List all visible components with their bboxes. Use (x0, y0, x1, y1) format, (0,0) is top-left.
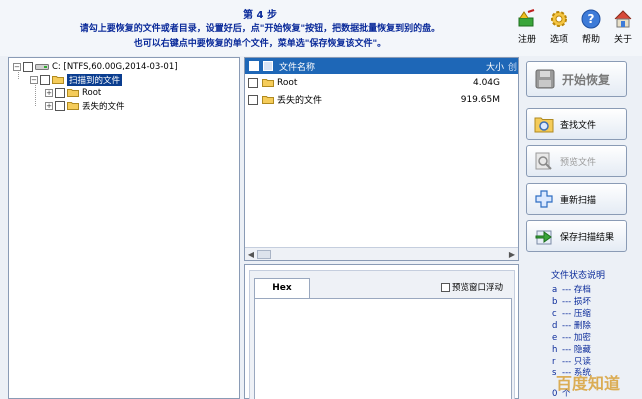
search-folder-icon (534, 117, 554, 133)
scroll-left-icon[interactable]: ◀ (245, 250, 257, 259)
options-label: 选项 (549, 35, 568, 45)
legend-item: h --- 隐藏 (552, 345, 591, 355)
folder-icon (67, 89, 79, 97)
magnifier-icon (535, 152, 552, 170)
select-all-checkbox[interactable] (249, 61, 259, 71)
preview-file-label: 预览文件 (560, 157, 597, 168)
list-header: 文件名称 大小 创 (245, 58, 518, 74)
status-legend-title: 文件状态说明 (550, 271, 605, 281)
type-column-icon (263, 61, 273, 71)
list-item[interactable]: Root 4.04G (245, 74, 518, 91)
register-button[interactable]: 注册 (512, 8, 542, 45)
horizontal-scrollbar[interactable]: ◀ ▶ (245, 247, 518, 260)
gear-icon (551, 11, 567, 27)
lost-checkbox[interactable] (55, 100, 65, 111)
column-name[interactable]: 文件名称 (279, 60, 452, 73)
row-size: 4.04G (472, 77, 500, 88)
root-checkbox[interactable] (55, 87, 65, 98)
header: 第 4 步 请勾上要恢复的文件或者目录，设置好后，点"开始恢复"按钮，把数据批量… (0, 0, 642, 56)
drive-label: C: [NTFS,60.00G,2014-03-01] (52, 61, 178, 72)
drive-icon (35, 63, 49, 70)
find-file-label: 查找文件 (560, 120, 597, 131)
save-scan-result-button[interactable]: 保存扫描结果 (526, 220, 627, 252)
tree-item-scanned[interactable]: − 扫描到的文件 (30, 73, 123, 86)
register-icon (518, 9, 535, 27)
plus-icon (535, 190, 553, 208)
start-recovery-button[interactable]: 开始恢复 (526, 61, 627, 97)
drive-checkbox[interactable] (23, 61, 33, 72)
scanned-label: 扫描到的文件 (67, 73, 123, 86)
row-size: 919.65M (460, 94, 500, 105)
row-checkbox[interactable] (248, 77, 258, 88)
help-icon: ? (581, 9, 601, 29)
collapse-toggle[interactable]: − (13, 62, 21, 71)
preview-container: Hex 预览窗口浮动 (249, 270, 515, 399)
legend-item: b --- 损坏 (552, 297, 591, 307)
scroll-right-icon[interactable]: ▶ (506, 250, 518, 259)
scroll-thumb[interactable] (257, 249, 271, 259)
list-item[interactable]: 丢失的文件 919.65M (245, 91, 518, 108)
start-recovery-label: 开始恢复 (562, 72, 611, 87)
save-scan-result-label: 保存扫描结果 (560, 232, 615, 243)
scanned-checkbox[interactable] (40, 74, 50, 85)
disk-icon (535, 69, 555, 89)
about-label: 关于 (613, 35, 632, 45)
home-icon (614, 10, 632, 28)
hex-view[interactable] (254, 298, 512, 399)
rescan-label: 重新扫描 (560, 195, 597, 206)
legend-item: d --- 删除 (552, 321, 591, 331)
legend-item: c --- 压缩 (552, 309, 591, 319)
expand-toggle[interactable]: + (45, 101, 53, 110)
find-file-button[interactable]: 查找文件 (526, 108, 627, 140)
folder-icon (262, 96, 274, 104)
tree-item-lost[interactable]: + 丢失的文件 (45, 99, 125, 112)
collapse-toggle[interactable]: − (30, 75, 38, 84)
instruction-line-2: 也可以右键点中要恢复的单个文件，菜单选"保存恢复该文件"。 (133, 39, 387, 49)
help-button[interactable]: ? 帮助 (576, 8, 606, 45)
folder-tree[interactable]: − C: [NTFS,60.00G,2014-03-01] − 扫描到的文件 +… (8, 57, 240, 399)
folder-icon (67, 102, 79, 110)
float-preview-checkbox[interactable] (441, 282, 450, 292)
step-title: 第 4 步 (243, 10, 277, 21)
row-name: Root (277, 77, 298, 88)
svg-text:?: ? (588, 12, 595, 26)
root-label: Root (82, 87, 102, 98)
folder-icon (262, 79, 274, 87)
file-list[interactable]: 文件名称 大小 创 Root 4.04G 丢失的文件 919.65M ◀ ▶ (244, 57, 519, 261)
float-preview-option[interactable]: 预览窗口浮动 (441, 281, 503, 293)
expand-toggle[interactable]: + (45, 88, 53, 97)
about-button[interactable]: 关于 (608, 8, 638, 45)
legend-item: a --- 存档 (552, 285, 591, 295)
column-size[interactable]: 大小 (452, 60, 508, 73)
rescan-button[interactable]: 重新扫描 (526, 183, 627, 215)
toolbar: 注册 选项 ? 帮助 关于 (512, 8, 638, 45)
tree-item-drive[interactable]: − C: [NTFS,60.00G,2014-03-01] (13, 60, 178, 73)
row-name: 丢失的文件 (277, 96, 323, 106)
float-preview-label: 预览窗口浮动 (452, 283, 504, 293)
folder-icon (52, 76, 64, 84)
preview-file-button[interactable]: 预览文件 (526, 145, 627, 177)
tree-item-root[interactable]: + Root (45, 86, 101, 99)
instruction-line-1: 请勾上要恢复的文件或者目录，设置好后，点"开始恢复"按钮，把数据批量恢复到别的盘… (79, 24, 441, 34)
save-arrow-icon (535, 230, 552, 245)
tab-hex[interactable]: Hex (254, 278, 310, 298)
register-label: 注册 (517, 35, 536, 45)
preview-panel: Hex 预览窗口浮动 (244, 264, 519, 399)
row-checkbox[interactable] (248, 94, 258, 105)
column-created[interactable]: 创 (508, 60, 518, 73)
legend-item: e --- 加密 (552, 333, 591, 343)
help-label: 帮助 (581, 35, 600, 45)
options-button[interactable]: 选项 (544, 8, 574, 45)
lost-label: 丢失的文件 (82, 101, 125, 112)
watermark-logo: 百度知道 (556, 374, 621, 393)
